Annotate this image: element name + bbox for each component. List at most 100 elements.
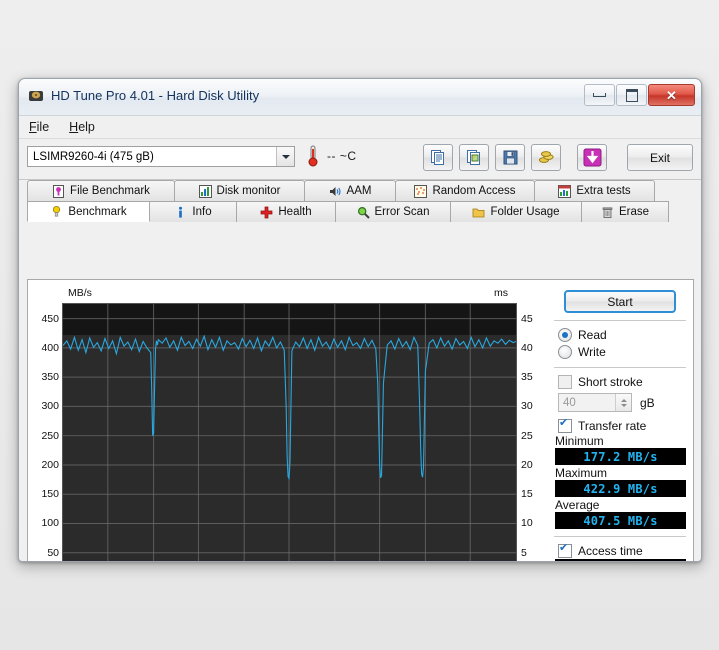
minimum-value-box: 177.2 MB/s — [555, 448, 686, 465]
tab-row-2: Benchmark Info Health — [27, 201, 693, 222]
y-axis-unit-left: MB/s — [68, 287, 92, 299]
checkbox-transfer-rate[interactable]: Transfer rate — [552, 417, 688, 434]
copy-icon — [430, 149, 447, 166]
window-title: HD Tune Pro 4.01 - Hard Disk Utility — [51, 88, 259, 103]
tab-disk-monitor[interactable]: Disk monitor — [174, 180, 305, 201]
download-arrow-icon — [583, 148, 602, 167]
red-cross-icon — [260, 206, 273, 219]
average-label: Average — [552, 498, 688, 512]
drive-select-value: LSIMR9260-4i (475 gB) — [28, 151, 154, 163]
radio-write-label: Write — [578, 345, 606, 359]
start-button[interactable]: Start — [564, 290, 676, 313]
scatter-icon — [414, 185, 427, 198]
y2-tick-label: 15 — [521, 488, 533, 500]
access-time-value: 0.2 ms — [598, 561, 643, 563]
menu-file-rest: ile — [37, 120, 50, 134]
extra-chart-icon — [558, 185, 571, 198]
transfer-rate-label: Transfer rate — [578, 419, 646, 433]
maximum-value-box: 422.9 MB/s — [555, 480, 686, 497]
tab-label: Random Access — [432, 185, 515, 197]
y-tick-label: 300 — [41, 400, 59, 412]
stepper-arrows-icon[interactable] — [615, 394, 631, 411]
coins-icon — [538, 149, 555, 166]
y2-tick-label: 30 — [521, 400, 533, 412]
close-button[interactable]: ✕ — [648, 84, 695, 106]
tab-label: Health — [278, 206, 311, 218]
speaker-icon — [329, 185, 342, 198]
minimum-label: Minimum — [552, 434, 688, 448]
tab-label: File Benchmark — [70, 185, 150, 197]
title-bar: HD Tune Pro 4.01 - Hard Disk Utility ✕ — [19, 79, 701, 116]
tab-error-scan[interactable]: Error Scan — [335, 201, 451, 222]
short-stroke-unit: gB — [640, 396, 655, 410]
trash-icon — [601, 206, 614, 219]
radio-read-icon — [558, 328, 572, 342]
copy-button[interactable] — [423, 144, 453, 171]
drive-select[interactable]: LSIMR9260-4i (475 gB) — [27, 146, 295, 167]
tab-folder-usage[interactable]: Folder Usage — [450, 201, 582, 222]
tab-file-benchmark[interactable]: File Benchmark — [27, 180, 175, 201]
tab-erase[interactable]: Erase — [581, 201, 669, 222]
y2-tick-label: 35 — [521, 371, 533, 383]
tab-extra-tests[interactable]: Extra tests — [534, 180, 655, 201]
y-tick-label: 150 — [41, 488, 59, 500]
chevron-down-icon[interactable] — [276, 147, 294, 166]
y2-tick-label: 25 — [521, 430, 533, 442]
tab-label: Folder Usage — [490, 206, 559, 218]
checkbox-access-time[interactable]: Access time — [552, 542, 688, 559]
y-tick-label: 50 — [47, 547, 59, 559]
maximize-button[interactable] — [616, 84, 647, 106]
checkbox-short-stroke[interactable]: Short stroke — [552, 373, 688, 390]
download-button[interactable] — [577, 144, 607, 171]
magnifier-icon — [357, 206, 370, 219]
radio-write[interactable]: Write — [552, 343, 688, 360]
tab-aam[interactable]: AAM — [304, 180, 396, 201]
y-tick-label: 250 — [41, 430, 59, 442]
access-time-label: Access time — [578, 544, 643, 558]
close-icon: ✕ — [666, 89, 677, 102]
toolbar-buttons: Exit — [423, 144, 693, 171]
copy-image-icon — [466, 149, 483, 166]
short-stroke-checkbox-icon — [558, 375, 572, 389]
save-button[interactable] — [495, 144, 525, 171]
tab-health[interactable]: Health — [236, 201, 336, 222]
exit-button[interactable]: Exit — [627, 144, 693, 171]
tab-random-access[interactable]: Random Access — [395, 180, 535, 201]
menu-item-file[interactable]: File — [29, 120, 49, 134]
toolbar: LSIMR9260-4i (475 gB) -- ~C — [19, 139, 701, 180]
copy-screenshot-button[interactable] — [459, 144, 489, 171]
tab-bar: File Benchmark Disk monitor — [19, 180, 701, 222]
maximum-value: 422.9 MB/s — [583, 482, 657, 496]
maximum-label: Maximum — [552, 466, 688, 480]
info-icon — [174, 206, 187, 219]
divider — [554, 536, 686, 537]
short-stroke-label: Short stroke — [578, 375, 643, 389]
bulb-icon — [50, 205, 63, 218]
minimum-value: 177.2 MB/s — [583, 450, 657, 464]
short-stroke-stepper[interactable]: 40 — [558, 393, 632, 412]
bar-chart-icon — [199, 185, 212, 198]
y2-tick-label: 10 — [521, 517, 533, 529]
tab-label: Benchmark — [68, 206, 126, 218]
access-time-checkbox-icon — [558, 544, 572, 558]
menu-item-help[interactable]: Help — [69, 120, 95, 134]
window-buttons: ✕ — [584, 84, 695, 106]
average-value-box: 407.5 MB/s — [555, 512, 686, 529]
minimize-button[interactable] — [584, 84, 615, 106]
tab-label: Error Scan — [375, 206, 430, 218]
y2-tick-label: 45 — [521, 313, 533, 325]
hd-tune-window: HD Tune Pro 4.01 - Hard Disk Utility ✕ F… — [18, 78, 702, 562]
buy-button[interactable] — [531, 144, 561, 171]
hard-disk-icon — [28, 89, 44, 103]
radio-write-icon — [558, 345, 572, 359]
y-tick-label: 400 — [41, 342, 59, 354]
tab-benchmark[interactable]: Benchmark — [27, 201, 150, 222]
y-tick-label: 100 — [41, 517, 59, 529]
y-tick-label: 200 — [41, 459, 59, 471]
maximize-icon — [626, 89, 638, 102]
radio-read[interactable]: Read — [552, 326, 688, 343]
short-stroke-size-row: 40 gB — [552, 393, 688, 412]
tab-info[interactable]: Info — [149, 201, 237, 222]
screen: HD Tune Pro 4.01 - Hard Disk Utility ✕ F… — [0, 0, 719, 650]
benchmark-panel: MB/s ms 50100150200250300350400450510152… — [27, 279, 694, 562]
